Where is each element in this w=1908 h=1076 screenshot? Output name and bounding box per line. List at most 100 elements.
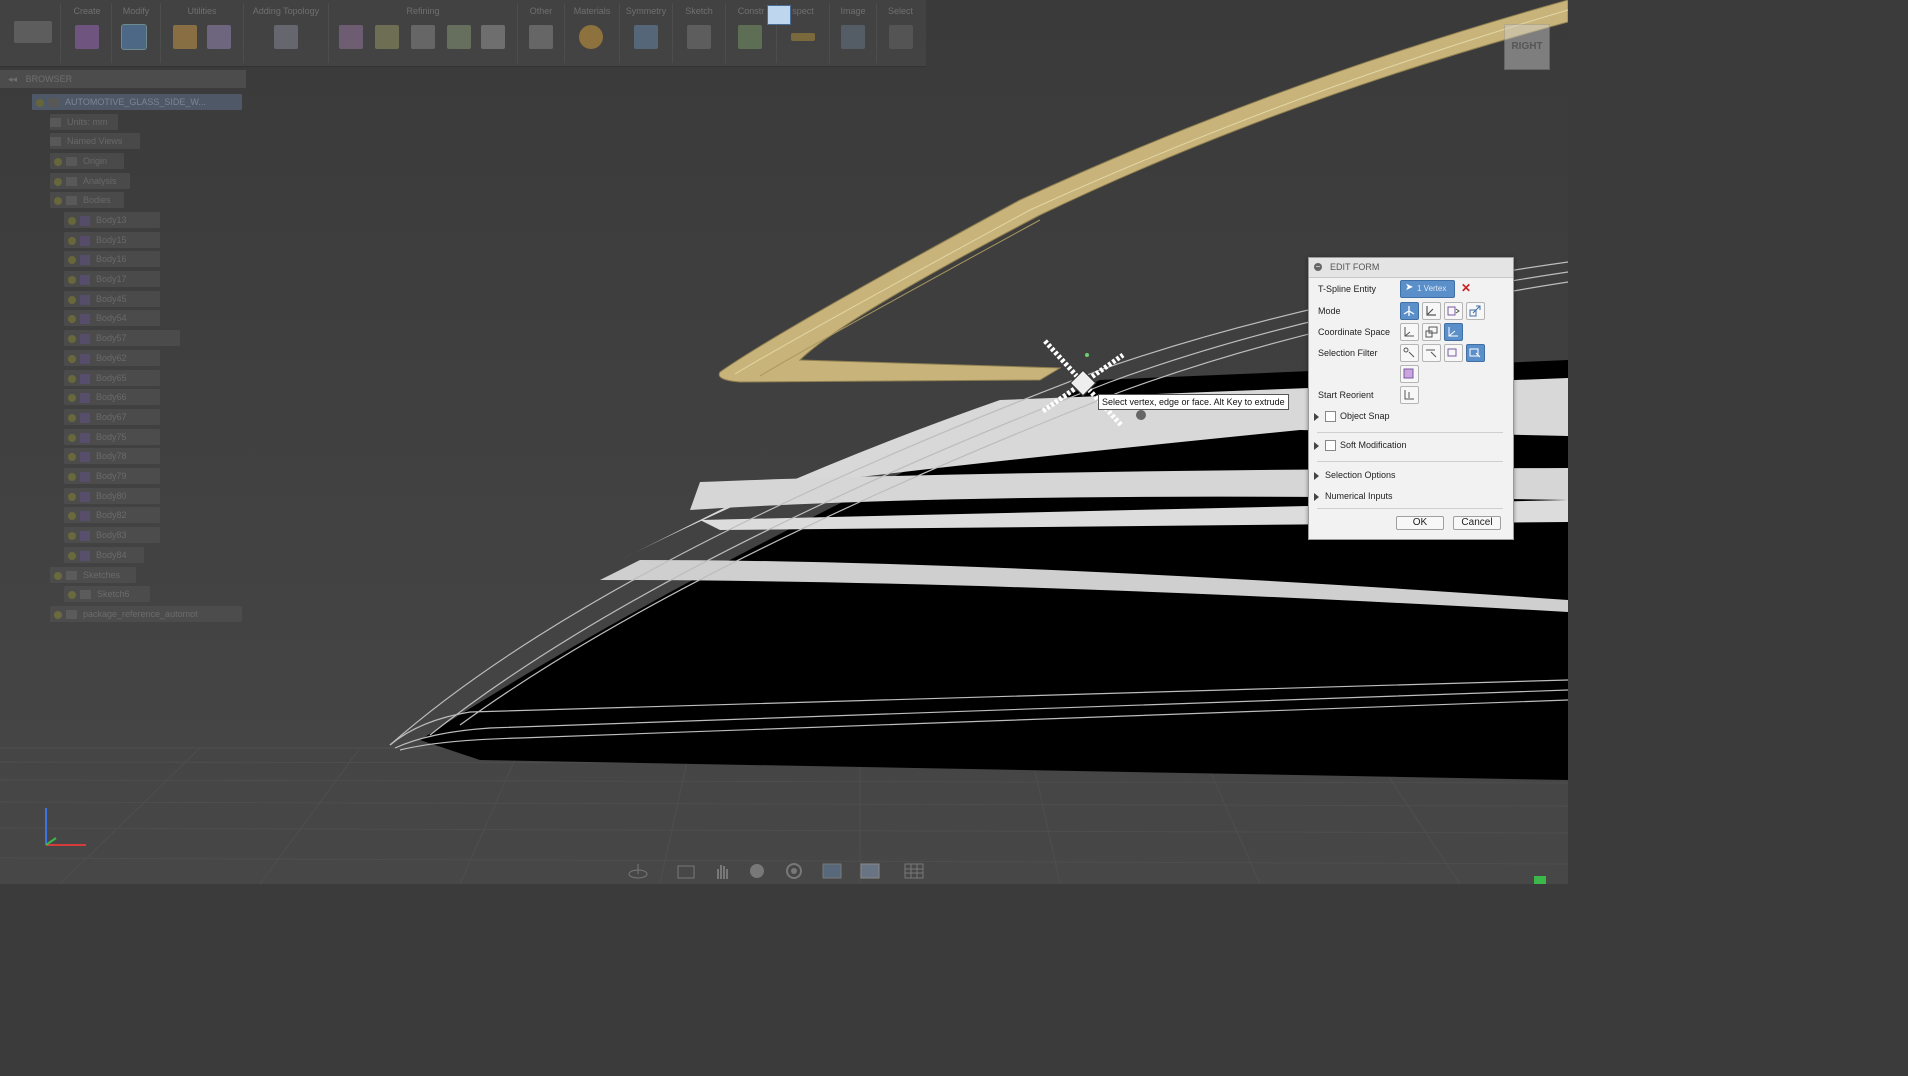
toolbar-group-adding-topology[interactable]: Adding Topology — [244, 3, 329, 63]
mirror-icon[interactable] — [634, 25, 658, 49]
object-snap-toggle[interactable]: Object Snap — [1314, 411, 1390, 423]
insert-edge-icon[interactable] — [274, 25, 298, 49]
collapse-browser-icon[interactable]: ◂◂ — [8, 74, 17, 84]
grid-settings-icon[interactable] — [904, 862, 924, 880]
measure-icon[interactable] — [791, 33, 815, 41]
visual-style-icon[interactable] — [860, 862, 880, 880]
ok-button[interactable]: OK — [1396, 516, 1444, 530]
selection-options-toggle[interactable]: Selection Options — [1314, 470, 1396, 480]
tree-item[interactable]: Body62 — [64, 350, 160, 366]
toolbar-group-utilities[interactable]: Utilities — [161, 3, 244, 63]
selection-options-label: Selection Options — [1325, 470, 1396, 480]
tree-item[interactable]: Body80 — [64, 488, 160, 504]
tree-item[interactable]: Body84 — [64, 547, 144, 563]
cancel-button[interactable]: Cancel — [1453, 516, 1501, 530]
coord-view-icon[interactable] — [1422, 323, 1441, 341]
select-box-icon[interactable] — [889, 25, 913, 49]
tspline-entity-selector[interactable]: ➤ 1 Vertex — [1400, 280, 1455, 298]
toolbar-group-create[interactable]: Create — [63, 3, 112, 63]
mode-rotation-icon[interactable] — [1444, 302, 1463, 320]
bridge-icon[interactable] — [411, 25, 435, 49]
utilities-icon[interactable] — [173, 25, 197, 49]
browser-panel: ◂◂ BROWSER AUTOMOTIVE_GLASS_SIDE_W... Un… — [0, 70, 246, 630]
weld-vertices-icon[interactable] — [481, 25, 505, 49]
tree-item[interactable]: Named Views — [50, 133, 140, 149]
collapse-icon[interactable]: − — [1314, 263, 1322, 271]
soft-modification-toggle[interactable]: Soft Modification — [1314, 440, 1407, 452]
toolbar-group-modify[interactable]: Modify — [112, 3, 161, 63]
filter-vertex-icon[interactable] — [1400, 344, 1419, 362]
tree-item[interactable]: Body65 — [64, 370, 160, 386]
toolbar-group-symmetry[interactable]: Symmetry — [620, 3, 673, 63]
mode-multi-icon[interactable] — [1400, 302, 1419, 320]
tree-item[interactable]: Body79 — [64, 468, 160, 484]
subdivide-icon[interactable] — [375, 25, 399, 49]
tree-item[interactable]: Body15 — [64, 232, 160, 248]
display-settings-icon[interactable] — [822, 862, 842, 880]
tree-item[interactable]: Analysis — [50, 173, 130, 189]
canvas-image-icon[interactable] — [841, 25, 865, 49]
toolbar-group-materials[interactable]: Materials — [565, 3, 620, 63]
tree-item[interactable]: Body82 — [64, 507, 160, 523]
expand-triangle-icon — [1314, 441, 1319, 450]
tree-item[interactable]: Body54 — [64, 310, 160, 326]
toolbar-group-select[interactable]: Select — [877, 3, 924, 63]
browser-header[interactable]: ◂◂ BROWSER — [0, 70, 246, 88]
monitor-icon — [767, 5, 791, 25]
tree-item[interactable]: Sketches — [50, 567, 136, 583]
tree-item[interactable]: Body17 — [64, 271, 160, 287]
insert-point-icon[interactable] — [339, 25, 363, 49]
tree-item[interactable]: Units: mm — [50, 114, 118, 130]
fit-icon[interactable] — [784, 862, 804, 880]
clear-selection-icon[interactable]: ✕ — [1461, 281, 1471, 295]
zoom-icon[interactable] — [748, 862, 768, 880]
pan-icon[interactable] — [712, 862, 732, 880]
look-at-icon[interactable] — [676, 862, 696, 880]
toolbar-group-refining[interactable]: Refining — [329, 3, 518, 63]
tree-item[interactable]: Sketch6 — [64, 586, 150, 602]
sketch-icon[interactable] — [687, 25, 711, 49]
soft-modification-checkbox[interactable] — [1325, 440, 1336, 452]
orbit-icon[interactable] — [628, 862, 648, 880]
toolbar-group-form[interactable] — [2, 3, 61, 63]
filter-edge-icon[interactable] — [1422, 344, 1441, 362]
filter-object-icon[interactable] — [1466, 344, 1485, 362]
construct-plane-icon[interactable] — [738, 25, 762, 49]
tree-item[interactable]: Origin — [50, 153, 124, 169]
object-snap-checkbox[interactable] — [1325, 411, 1336, 423]
selection-tooltip: Select vertex, edge or face. Alt Key to … — [1098, 394, 1289, 410]
filter-body-icon[interactable] — [1400, 365, 1419, 383]
tree-item[interactable]: Body78 — [64, 448, 160, 464]
form-icon[interactable] — [14, 21, 52, 43]
mode-scale-icon[interactable] — [1466, 302, 1485, 320]
display-mode-icon[interactable] — [207, 25, 231, 49]
tree-item[interactable]: Bodies — [50, 192, 124, 208]
other-tools-icon[interactable] — [529, 25, 553, 49]
coord-world-icon[interactable] — [1400, 323, 1419, 341]
tree-item[interactable]: Body16 — [64, 251, 160, 267]
mode-translation-icon[interactable] — [1422, 302, 1441, 320]
edit-form-dialog: − EDIT FORM T-Spline Entity ➤ 1 Vertex ✕… — [1308, 257, 1514, 540]
toolbar-label-select: Select — [887, 6, 913, 16]
toolbar-group-sketch[interactable]: Sketch — [673, 3, 726, 63]
browser-root[interactable]: AUTOMOTIVE_GLASS_SIDE_W... — [32, 94, 242, 110]
tree-item[interactable]: Body67 — [64, 409, 160, 425]
tree-item[interactable]: package_reference_automot — [50, 606, 242, 622]
tree-item[interactable]: Body57 — [64, 330, 180, 346]
tree-item[interactable]: Body66 — [64, 389, 160, 405]
numerical-inputs-toggle[interactable]: Numerical Inputs — [1314, 491, 1393, 501]
fill-hole-icon[interactable] — [447, 25, 471, 49]
tree-item[interactable]: Body45 — [64, 291, 160, 307]
toolbar-group-image[interactable]: Image — [830, 3, 877, 63]
tree-item[interactable]: Body83 — [64, 527, 160, 543]
coord-local-icon[interactable] — [1444, 323, 1463, 341]
edit-form-icon[interactable] — [121, 24, 147, 50]
toolbar-group-other[interactable]: Other — [518, 3, 565, 63]
view-cube[interactable]: RIGHT — [1504, 24, 1550, 70]
filter-face-icon[interactable] — [1444, 344, 1463, 362]
tree-item[interactable]: Body75 — [64, 429, 160, 445]
create-box-icon[interactable] — [75, 25, 99, 49]
appearance-icon[interactable] — [579, 25, 603, 49]
reorient-icon[interactable] — [1400, 386, 1419, 404]
tree-item[interactable]: Body13 — [64, 212, 160, 228]
